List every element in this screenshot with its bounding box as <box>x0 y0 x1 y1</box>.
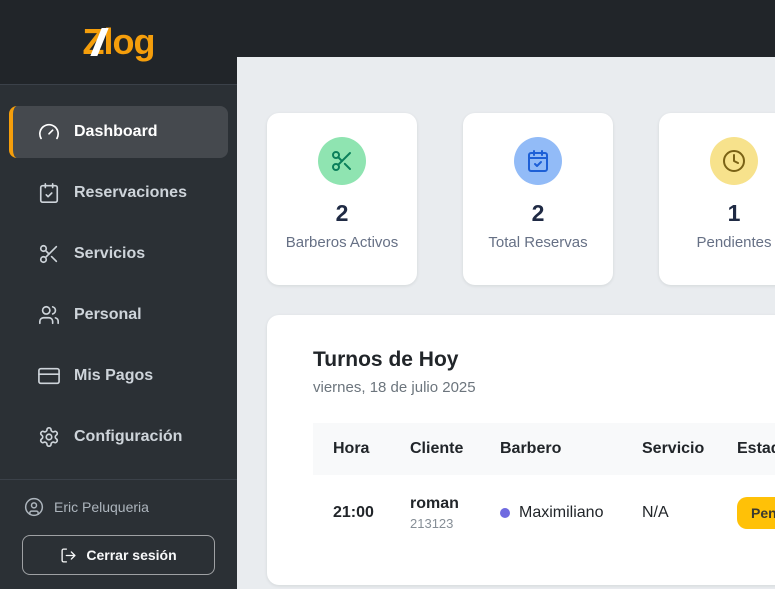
cell-barbero: Maximiliano <box>500 484 642 542</box>
cell-cliente: roman 213123 <box>410 475 500 551</box>
calendar-check-icon <box>514 137 562 185</box>
logo-area: Zlog <box>0 0 237 85</box>
card-subtitle: viernes, 18 de julio 2025 <box>313 379 476 396</box>
stat-label: Barberos Activos <box>285 234 399 251</box>
stat-card-barberos-activos: 2 Barberos Activos <box>267 113 417 285</box>
cliente-name: roman <box>410 495 459 512</box>
table-body: 21:00 roman 213123 Maximiliano N/A Pen <box>313 475 775 551</box>
sidebar-nav: Dashboard Reservaciones Servicios Person… <box>0 85 237 472</box>
app-window: Zlog Dashboard Reservaciones Servicios P… <box>0 0 775 589</box>
cliente-id: 213123 <box>410 516 454 531</box>
stat-card-pendientes: 1 Pendientes <box>659 113 775 285</box>
sidebar-item-label: Personal <box>74 306 142 323</box>
sidebar-item-label: Dashboard <box>74 123 158 140</box>
scissors-icon <box>39 244 58 264</box>
stat-label: Total Reservas <box>488 234 588 251</box>
stat-value: 2 <box>335 200 349 226</box>
column-header-servicio: Servicio <box>642 440 705 457</box>
turnos-table: Hora Cliente Barbero Servicio Estado 21:… <box>313 423 775 551</box>
column-header-hora: Hora <box>333 440 370 457</box>
calendar-check-icon <box>39 183 59 203</box>
stat-value: 1 <box>727 200 741 226</box>
sidebar-item-label: Configuración <box>74 428 183 445</box>
card-title: Turnos de Hoy <box>313 348 459 371</box>
stat-value: 2 <box>531 200 545 226</box>
logout-button[interactable]: Cerrar sesión <box>22 535 215 575</box>
column-header-barbero: Barbero <box>500 440 562 457</box>
sidebar-item-label: Servicios <box>74 245 146 262</box>
stat-card-total-reservas: 2 Total Reservas <box>463 113 613 285</box>
cell-hora: 21:00 <box>333 504 374 521</box>
logo-rest: log <box>103 21 156 62</box>
sidebar-item-configuracion[interactable]: Configuración <box>9 411 228 463</box>
gauge-icon <box>39 123 59 140</box>
status-badge: Pendiente <box>737 497 775 529</box>
main-area: 2 Barberos Activos 2 Total Reservas 1 Pe… <box>237 0 775 589</box>
credit-card-icon <box>38 367 60 385</box>
user-row: Eric Peluqueria <box>22 497 215 517</box>
user-name: Eric Peluqueria <box>54 499 149 515</box>
sidebar-item-mis-pagos[interactable]: Mis Pagos <box>9 350 228 402</box>
cell-servicio: N/A <box>642 504 669 521</box>
sidebar-footer: Eric Peluqueria Cerrar sesión <box>0 479 237 589</box>
sidebar-item-dashboard[interactable]: Dashboard <box>9 106 228 158</box>
scissors-icon <box>318 137 366 185</box>
sidebar: Zlog Dashboard Reservaciones Servicios P… <box>0 0 237 589</box>
sidebar-item-reservaciones[interactable]: Reservaciones <box>9 167 228 219</box>
logout-label: Cerrar sesión <box>86 547 177 563</box>
user-circle-icon <box>24 497 44 517</box>
users-icon <box>39 305 59 325</box>
barbero-status-dot <box>500 508 510 518</box>
clock-icon <box>710 137 758 185</box>
column-header-cliente: Cliente <box>410 440 464 457</box>
gear-icon <box>39 427 59 447</box>
stats-row: 2 Barberos Activos 2 Total Reservas 1 Pe… <box>267 113 775 285</box>
turnos-de-hoy-card: Turnos de Hoy viernes, 18 de julio 2025 … <box>267 315 775 585</box>
content-area: 2 Barberos Activos 2 Total Reservas 1 Pe… <box>237 57 775 589</box>
sidebar-item-servicios[interactable]: Servicios <box>9 228 228 280</box>
barbero-name: Maximiliano <box>519 504 604 521</box>
table-header-row: Hora Cliente Barbero Servicio Estado <box>313 423 775 475</box>
logout-icon <box>61 547 76 563</box>
table-row[interactable]: 21:00 roman 213123 Maximiliano N/A Pen <box>313 475 775 551</box>
sidebar-item-label: Reservaciones <box>74 184 187 201</box>
column-header-estado: Estado <box>737 440 775 457</box>
top-bar <box>237 0 775 57</box>
app-logo: Zlog <box>83 21 156 63</box>
sidebar-item-personal[interactable]: Personal <box>9 289 228 341</box>
sidebar-item-label: Mis Pagos <box>74 367 154 384</box>
stat-label: Pendientes <box>696 234 772 251</box>
cell-estado: Pendiente <box>737 477 775 549</box>
